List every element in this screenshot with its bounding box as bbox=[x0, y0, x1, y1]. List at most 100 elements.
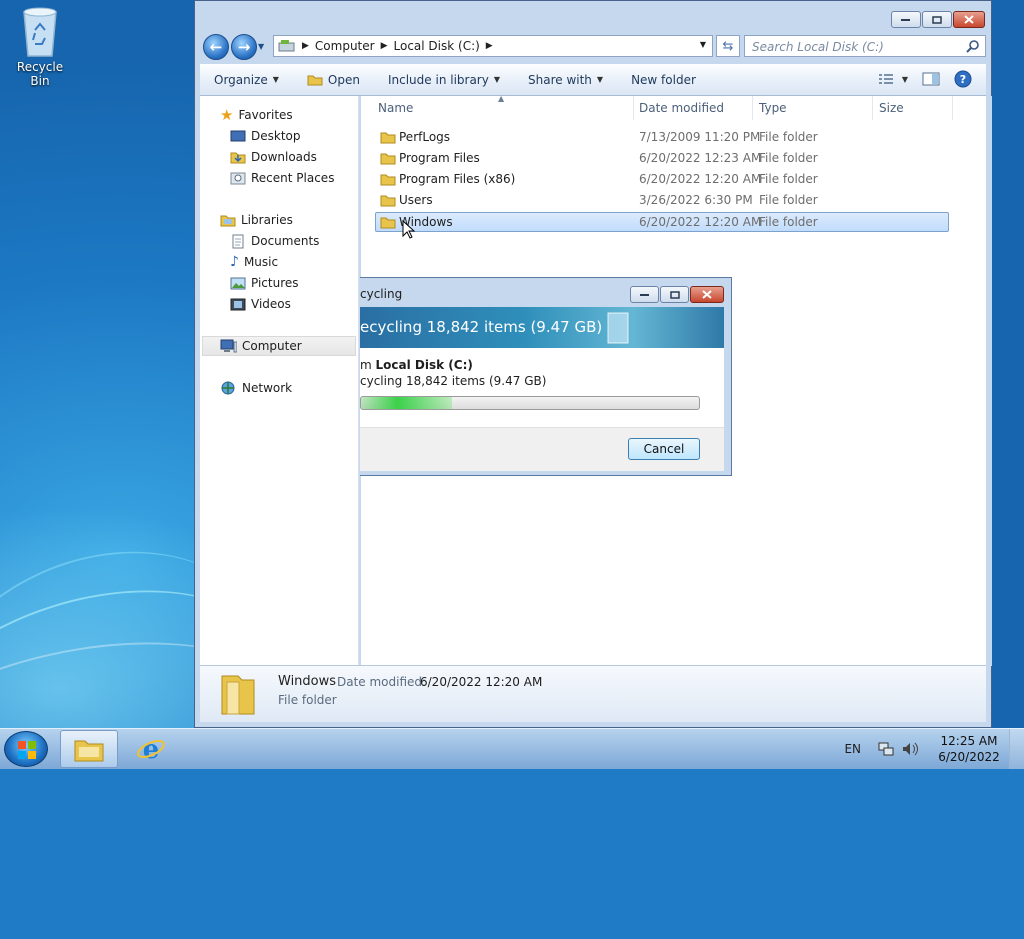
window-frame-right bbox=[986, 96, 992, 666]
column-divider[interactable] bbox=[952, 96, 953, 120]
search-icon[interactable] bbox=[966, 39, 980, 53]
breadcrumb-computer[interactable]: Computer bbox=[309, 39, 381, 53]
help-icon[interactable]: ? bbox=[954, 70, 972, 88]
include-in-library-menu[interactable]: Include in library ▼ bbox=[374, 73, 514, 87]
cancel-button[interactable]: Cancel bbox=[628, 438, 700, 460]
column-divider[interactable] bbox=[633, 96, 634, 120]
file-type: File folder bbox=[759, 151, 818, 165]
volume-icon[interactable] bbox=[901, 741, 919, 757]
back-button[interactable]: ← bbox=[203, 34, 229, 60]
file-row-program-files[interactable]: Program Files 6/20/2022 12:23 AM File fo… bbox=[375, 148, 949, 168]
nav-downloads[interactable]: Downloads bbox=[230, 147, 317, 167]
column-divider[interactable] bbox=[752, 96, 753, 120]
nav-documents[interactable]: Documents bbox=[230, 231, 319, 251]
taskbar: e EN 12:25 AM 6/20/2022 bbox=[0, 728, 1024, 769]
nav-music[interactable]: ♪ Music bbox=[230, 252, 278, 272]
nav-favorites[interactable]: ★ Favorites bbox=[220, 105, 293, 125]
close-icon bbox=[702, 290, 712, 299]
file-row-perflogs[interactable]: PerfLogs 7/13/2009 11:20 PM File folder bbox=[375, 127, 949, 147]
progress-bar bbox=[360, 396, 700, 410]
dialog-maximize-button[interactable] bbox=[660, 286, 689, 303]
dialog-minimize-button[interactable] bbox=[630, 286, 659, 303]
documents-icon bbox=[232, 234, 244, 248]
windows-logo-icon bbox=[18, 741, 36, 759]
column-size[interactable]: Size bbox=[879, 101, 904, 115]
nav-libraries-label: Libraries bbox=[241, 213, 293, 227]
navigation-pane: ★ Favorites Desktop Downloads Recent Plac… bbox=[200, 96, 359, 706]
window-caption-buttons bbox=[891, 11, 985, 28]
file-row-users[interactable]: Users 3/26/2022 6:30 PM File folder bbox=[375, 190, 949, 210]
forward-button[interactable]: → bbox=[231, 34, 257, 60]
file-name: Program Files (x86) bbox=[399, 172, 516, 186]
details-pane: Windows Date modified: 6/20/2022 12:20 A… bbox=[200, 665, 986, 722]
file-date: 6/20/2022 12:23 AM bbox=[639, 151, 762, 165]
dialog-body: m Local Disk (C:) cycling 18,842 items (… bbox=[360, 348, 724, 427]
details-type: File folder bbox=[278, 693, 337, 707]
nav-libraries[interactable]: Libraries bbox=[220, 210, 293, 230]
chevron-down-icon: ▼ bbox=[596, 75, 604, 84]
clock[interactable]: 12:25 AM 6/20/2022 bbox=[929, 733, 1009, 765]
libraries-icon bbox=[220, 215, 236, 227]
preview-pane-icon[interactable] bbox=[922, 72, 940, 86]
column-type[interactable]: Type bbox=[759, 101, 787, 115]
mouse-cursor-icon bbox=[402, 220, 416, 239]
nav-computer[interactable]: Computer bbox=[202, 336, 356, 356]
taskbar-explorer-button[interactable] bbox=[60, 730, 118, 768]
recent-pages-chevron-icon[interactable]: ▼ bbox=[258, 42, 264, 51]
recycle-bin-icon bbox=[23, 7, 57, 57]
nav-network[interactable]: Network bbox=[220, 378, 292, 398]
nav-desktop[interactable]: Desktop bbox=[230, 126, 301, 146]
include-in-library-label: Include in library bbox=[387, 72, 489, 87]
folder-icon bbox=[380, 195, 396, 207]
folder-icon bbox=[380, 217, 396, 229]
file-name: Users bbox=[399, 193, 433, 207]
file-date: 6/20/2022 12:20 AM bbox=[639, 172, 762, 186]
network-tray-icon[interactable] bbox=[877, 741, 895, 757]
address-dropdown-icon[interactable]: ▼ bbox=[700, 40, 706, 49]
nav-favorites-label: Favorites bbox=[238, 108, 293, 122]
organize-label: Organize bbox=[214, 72, 268, 87]
search-placeholder: Search Local Disk (C:) bbox=[752, 40, 884, 54]
chevron-down-icon: ▼ bbox=[901, 74, 908, 84]
nav-videos[interactable]: Videos bbox=[230, 294, 291, 314]
nav-computer-label: Computer bbox=[242, 339, 302, 353]
show-desktop-button[interactable] bbox=[1009, 729, 1024, 769]
open-label: Open bbox=[327, 72, 360, 87]
breadcrumb-local-disk[interactable]: Local Disk (C:) bbox=[388, 39, 486, 53]
computer-icon bbox=[220, 339, 237, 353]
refresh-button[interactable]: ⇆ bbox=[716, 35, 740, 57]
new-folder-button[interactable]: New folder bbox=[617, 73, 710, 87]
open-button[interactable]: Open bbox=[293, 73, 374, 87]
file-name: PerfLogs bbox=[399, 130, 451, 144]
clock-date: 6/20/2022 bbox=[938, 750, 1000, 764]
column-date-modified[interactable]: Date modified bbox=[639, 101, 724, 115]
language-indicator[interactable]: EN bbox=[844, 742, 861, 756]
dialog-header-text: ecycling 18,842 items (9.47 GB) bbox=[360, 318, 603, 336]
clock-time: 12:25 AM bbox=[940, 734, 998, 748]
recycle-progress-dialog: cycling ecycling 18,842 items (9.47 GB) … bbox=[360, 277, 732, 476]
address-bar[interactable]: ▶ Computer ▶ Local Disk (C:) ▶ ▼ bbox=[273, 35, 713, 57]
taskbar-internet-explorer-button[interactable]: e bbox=[122, 730, 180, 768]
file-row-windows[interactable]: Windows 6/20/2022 12:20 AM File folder bbox=[375, 212, 949, 232]
dialog-caption-buttons bbox=[630, 286, 724, 303]
start-button[interactable] bbox=[4, 731, 48, 767]
close-button[interactable] bbox=[953, 11, 985, 28]
nav-pictures-label: Pictures bbox=[251, 276, 299, 290]
file-row-program-files-x86[interactable]: Program Files (x86) 6/20/2022 12:20 AM F… bbox=[375, 169, 949, 189]
column-name[interactable]: Name bbox=[378, 101, 413, 115]
maximize-button[interactable] bbox=[922, 11, 952, 28]
pictures-icon bbox=[230, 277, 246, 289]
windows-explorer-icon bbox=[74, 740, 104, 762]
minimize-button[interactable] bbox=[891, 11, 921, 28]
dialog-close-button[interactable] bbox=[690, 286, 724, 303]
organize-menu[interactable]: Organize ▼ bbox=[200, 73, 293, 87]
change-view-button[interactable]: ▼ bbox=[878, 73, 908, 85]
share-with-menu[interactable]: Share with ▼ bbox=[514, 73, 617, 87]
share-with-label: Share with bbox=[528, 72, 592, 87]
nav-pictures[interactable]: Pictures bbox=[230, 273, 299, 293]
minimize-icon bbox=[639, 293, 649, 296]
column-divider[interactable] bbox=[872, 96, 873, 120]
search-box[interactable]: Search Local Disk (C:) bbox=[744, 35, 986, 57]
nav-recent-places[interactable]: Recent Places bbox=[230, 168, 334, 188]
recycle-bin-desktop-icon[interactable]: Recycle Bin bbox=[6, 6, 74, 88]
